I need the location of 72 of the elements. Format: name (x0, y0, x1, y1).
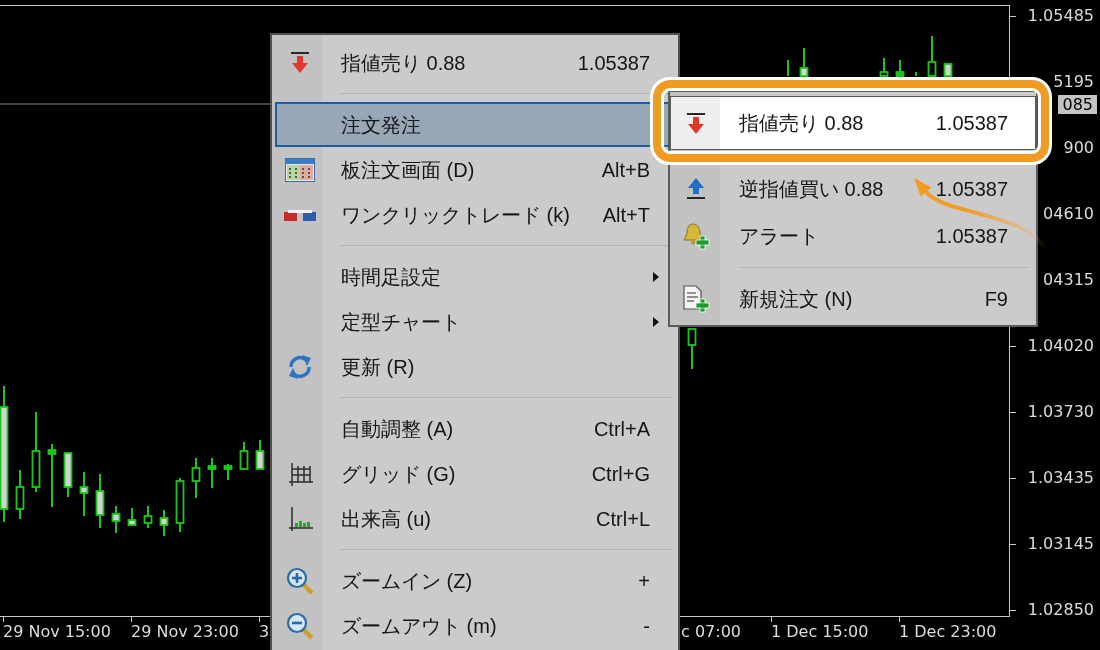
candlestick (927, 35, 937, 77)
candlestick (127, 507, 137, 527)
bell-plus-icon (681, 221, 710, 250)
shortcut-text: Ctrl+G (591, 461, 650, 486)
grid-icon (286, 460, 313, 487)
zoom-in-icon (285, 566, 314, 595)
candlestick (255, 439, 265, 470)
price-label: 5195 (1053, 72, 1094, 92)
time-label: 29 Nov 15:00 (3, 622, 111, 642)
price-text: 1.05387 (935, 111, 1008, 135)
volume-chart-icon (286, 505, 313, 532)
price-tag: 085 (1058, 95, 1097, 114)
shortcut-text: F9 (984, 286, 1008, 311)
time-label: 1 Dec 23:00 (899, 622, 997, 642)
document-plus-icon (681, 284, 710, 313)
price-label: 1.04020 (1027, 336, 1094, 356)
price-label: 1.02850 (1027, 600, 1094, 620)
refresh-icon (286, 353, 313, 380)
candlestick (895, 59, 905, 77)
candlestick (175, 477, 185, 533)
price-label: 900 (1063, 138, 1094, 158)
candlestick (687, 328, 697, 370)
candlestick (159, 509, 169, 537)
menu-item[interactable]: 出来高 (u) Ctrl+L (275, 496, 675, 541)
candlestick (95, 473, 105, 529)
price-text: 1.05387 (935, 176, 1008, 201)
shortcut-text: Alt+B (601, 157, 650, 182)
candlestick (79, 471, 89, 517)
price-label: 1.03435 (1027, 468, 1094, 488)
candlestick (111, 505, 121, 534)
time-label: 29 Nov 23:00 (131, 622, 239, 642)
table-window-icon (284, 157, 315, 182)
time-label: 3 (259, 622, 270, 642)
time-label: c 07:00 (681, 622, 741, 642)
candlestick (879, 57, 889, 77)
candlestick (47, 443, 57, 508)
menu-item[interactable]: グリッド (G) Ctrl+G (275, 451, 675, 496)
menu-item[interactable]: ズームイン (Z) + (275, 558, 675, 603)
zoom-out-icon (285, 611, 314, 640)
shortcut-text: Ctrl+A (593, 416, 650, 441)
candlestick (787, 59, 789, 77)
shortcut-text: + (638, 568, 650, 593)
price-text: 1.05387 (577, 50, 650, 75)
menu-item[interactable]: ズームアウト (m) - (275, 603, 675, 648)
arrow-up-icon (684, 178, 707, 199)
menu-item[interactable]: 更新 (R) (275, 344, 675, 389)
menu-item[interactable]: 指値売り 0.88 1.05387 (670, 96, 1036, 150)
candlestick (15, 469, 25, 520)
candlestick (223, 463, 233, 481)
candlestick (799, 47, 809, 77)
candlestick (915, 71, 917, 77)
price-label: 1.05485 (1027, 6, 1094, 26)
price-label: 04315 (1043, 270, 1094, 290)
candlestick (207, 457, 217, 489)
price-text: 1.05387 (935, 223, 1008, 248)
price-label: 1.03145 (1027, 534, 1094, 554)
candlestick (63, 452, 73, 498)
candlestick (239, 441, 249, 470)
candlestick (943, 62, 953, 77)
menu-item[interactable]: 指値売り 0.88 1.05387 (275, 40, 675, 85)
time-label: 1 Dec 15:00 (771, 622, 869, 642)
shortcut-text: - (643, 613, 650, 638)
shortcut-text: Alt+T (602, 202, 650, 227)
price-label: 04610 (1043, 204, 1094, 224)
price-label: 1.03730 (1027, 402, 1094, 422)
blocks-icon (283, 208, 316, 221)
shortcut-text: Ctrl+L (596, 506, 650, 531)
arrow-down-icon (288, 52, 311, 73)
menu-item[interactable]: 自動調整 (A) Ctrl+A (275, 406, 675, 451)
candlestick (143, 505, 153, 529)
candlestick (191, 457, 201, 499)
arrow-down-icon (684, 112, 707, 134)
